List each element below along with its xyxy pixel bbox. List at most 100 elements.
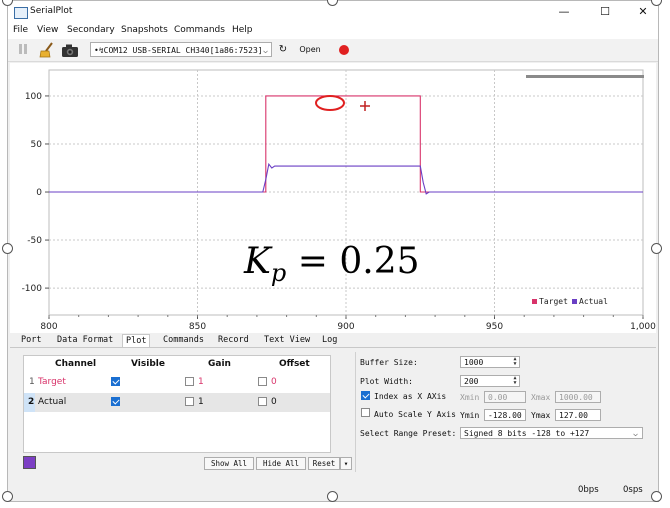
xmax-input[interactable]: 1000.00 [555,391,601,403]
tab-commands[interactable]: Commands [160,334,207,346]
plot-area[interactable]: 800 850 900 950 1,000 100 50 0 -50 -100 Target Actu… [10,63,656,333]
gain-value[interactable]: 1 [198,397,204,407]
panel-divider [355,352,356,472]
broom-icon [39,42,53,58]
gain-checkbox[interactable] [185,397,194,406]
x-tick-label: 900 [337,322,354,332]
y-tick-label: -50 [27,236,42,246]
table-row[interactable]: 2 Actual 1 0 [24,393,330,412]
reset-menu-button[interactable]: ▾ [340,457,352,470]
tab-data-format[interactable]: Data Format [54,334,116,346]
offset-value[interactable]: 0 [271,377,277,387]
menu-file[interactable]: File [13,25,28,35]
range-preset-label: Select Range Preset: [360,429,457,438]
line-chart[interactable]: 800 850 900 950 1,000 100 50 0 -50 -100 Target Actu… [10,63,656,333]
app-logo-icon [14,7,28,19]
pause-icon [19,44,27,54]
header-channel: Channel [55,359,97,369]
hide-all-button[interactable]: Hide All [256,457,306,470]
x-tick-label: 850 [189,322,206,332]
menu-view[interactable]: View [37,25,58,35]
channel-name[interactable]: Target [38,377,66,387]
menu-bar: File View Secondary Snapshots Commands H… [8,23,658,39]
legend-swatch-target [532,299,537,304]
show-all-button[interactable]: Show All [204,457,254,470]
tab-port[interactable]: Port [18,334,44,346]
menu-secondary[interactable]: Secondary [67,25,115,35]
resize-handle[interactable] [651,243,662,254]
tab-record[interactable]: Record [215,334,252,346]
port-select-value: •↯COM12 USB-SERIAL CH340[1a86:7523] [94,46,263,55]
x-tick-label: 800 [40,322,57,332]
channel-name[interactable]: Actual [38,397,66,407]
minimize-button[interactable]: — [556,5,572,19]
resize-handle[interactable] [651,491,662,502]
visible-checkbox[interactable] [111,377,120,386]
xmax-value: 1000.00 [559,393,593,402]
y-tick-label: 0 [36,188,42,198]
menu-commands[interactable]: Commands [174,25,225,35]
y-tick-label: 100 [25,92,42,102]
y-tick-label: 50 [31,140,43,150]
header-gain: Gain [208,359,231,369]
offset-checkbox[interactable] [258,377,267,386]
tab-bar: Port Data Format Plot Commands Record Te… [18,334,348,347]
resize-handle[interactable] [327,491,338,502]
legend-label-target: Target [539,297,568,306]
xmin-value: 0.00 [488,393,508,402]
plot-width-label: Plot Width: [360,377,413,386]
resize-handle[interactable] [2,243,13,254]
y-tick-label: -100 [22,284,43,294]
header-visible: Visible [131,359,165,369]
xmin-label: Xmin [460,393,480,402]
header-offset: Offset [279,359,310,369]
menu-help[interactable]: Help [232,25,253,35]
maximize-button[interactable]: ☐ [597,5,613,19]
xmin-input[interactable]: 0.00 [484,391,526,403]
buffer-size-input[interactable]: 1000 ▲ ▼ [460,356,520,368]
ymin-input[interactable]: -128.00 [484,409,526,421]
ymin-value: -128.00 [488,411,522,420]
auto-scale-checkbox[interactable] [361,408,370,417]
gain-value[interactable]: 1 [198,377,204,387]
ymax-input[interactable]: 127.00 [555,409,601,421]
resize-handle[interactable] [651,0,662,6]
port-select[interactable]: •↯COM12 USB-SERIAL CH340[1a86:7523] ⌵ [90,42,272,57]
toolbar: •↯COM12 USB-SERIAL CH340[1a86:7523] ⌵ ↻ … [8,39,658,62]
row-index: 1 [29,377,35,387]
open-button[interactable]: Open [296,42,324,57]
plot-width-input[interactable]: 200 ▲ ▼ [460,375,520,387]
channel-color-swatch[interactable] [23,456,36,469]
tab-log[interactable]: Log [319,334,340,346]
range-preset-value: Signed 8 bits -128 to +127 [464,429,590,438]
visible-checkbox[interactable] [111,397,120,406]
spin-arrows-icon[interactable]: ▲ ▼ [511,357,519,367]
index-as-x-checkbox[interactable] [361,391,370,400]
ymin-label: Ymin [460,411,480,420]
refresh-icon[interactable]: ↻ [276,42,290,58]
table-row[interactable]: 1 Target 1 0 [24,373,330,392]
menu-snapshots[interactable]: Snapshots [121,25,168,35]
legend-label-actual: Actual [579,297,608,306]
record-button[interactable] [339,45,349,55]
index-as-x-label[interactable]: Index as X AXis [374,392,446,401]
resize-handle[interactable] [2,491,13,502]
offset-checkbox[interactable] [258,397,267,406]
close-button[interactable]: ✕ [635,5,651,19]
snapshot-button[interactable] [60,42,80,58]
window-title: SerialPlot [30,6,73,16]
ymax-value: 127.00 [559,411,588,420]
buffer-size-label: Buffer Size: [360,358,418,367]
auto-scale-label[interactable]: Auto Scale Y Axis [374,410,456,419]
channel-table[interactable]: Channel Visible Gain Offset 1 Target 1 0… [23,355,331,453]
reset-button[interactable]: Reset [308,457,340,470]
spin-arrows-icon[interactable]: ▲ ▼ [511,376,519,386]
tab-text-view[interactable]: Text View [261,334,313,346]
pause-button[interactable] [16,42,30,58]
offset-value[interactable]: 0 [271,397,277,407]
camera-icon [62,44,78,57]
range-preset-select[interactable]: Signed 8 bits -128 to +127 ⌵ [460,427,643,439]
clear-button[interactable] [38,42,56,58]
gain-checkbox[interactable] [185,377,194,386]
tab-plot[interactable]: Plot [122,334,151,347]
